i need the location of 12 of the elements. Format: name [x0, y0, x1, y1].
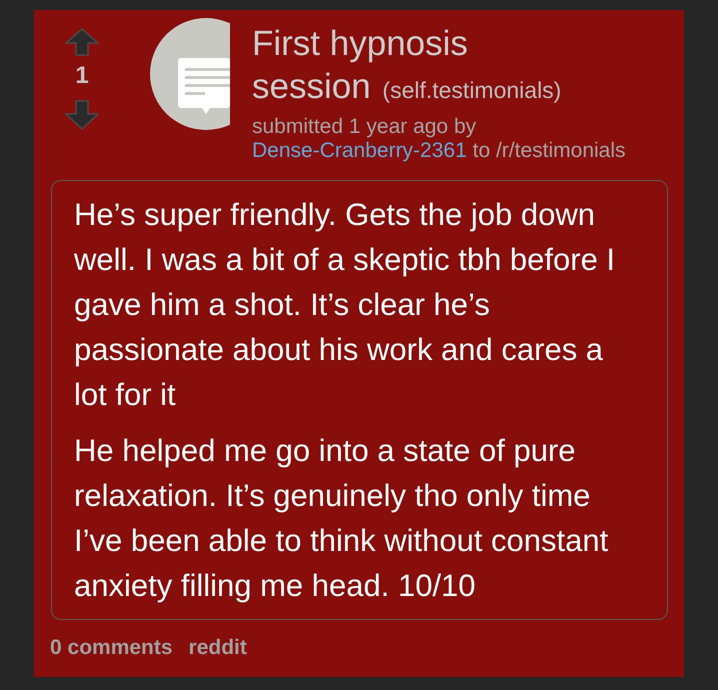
post-paragraph: He helped me go into a state of pure relaxation. It’s genuinely tho only time I’ve been able to think without constant anxiety filling me head. 10/10 — [74, 432, 610, 605]
post-action-link[interactable]: 0 comments — [50, 636, 173, 660]
post-action-link[interactable]: reddit — [188, 636, 247, 660]
vote-score: 1 — [75, 61, 89, 91]
tagline-text: to /r/testimonials — [472, 139, 626, 162]
upvote-arrow-icon[interactable] — [65, 28, 99, 56]
author-link[interactable]: Dense-Cranberry-2361 — [252, 139, 467, 162]
text-post-thumbnail-icon[interactable] — [150, 18, 230, 130]
tagline-text: submitted 1 year ago by — [252, 115, 476, 138]
post-title[interactable]: First hypnosis session (self.testimonials) — [252, 22, 577, 108]
post-paragraph: He’s super friendly. Gets the job down well. I was a bit of a skeptic tbh before I gave him a shot. It’s clear he’s passionate about his work and cares a lot for it — [74, 196, 616, 414]
downvote-arrow-icon[interactable] — [65, 100, 99, 130]
